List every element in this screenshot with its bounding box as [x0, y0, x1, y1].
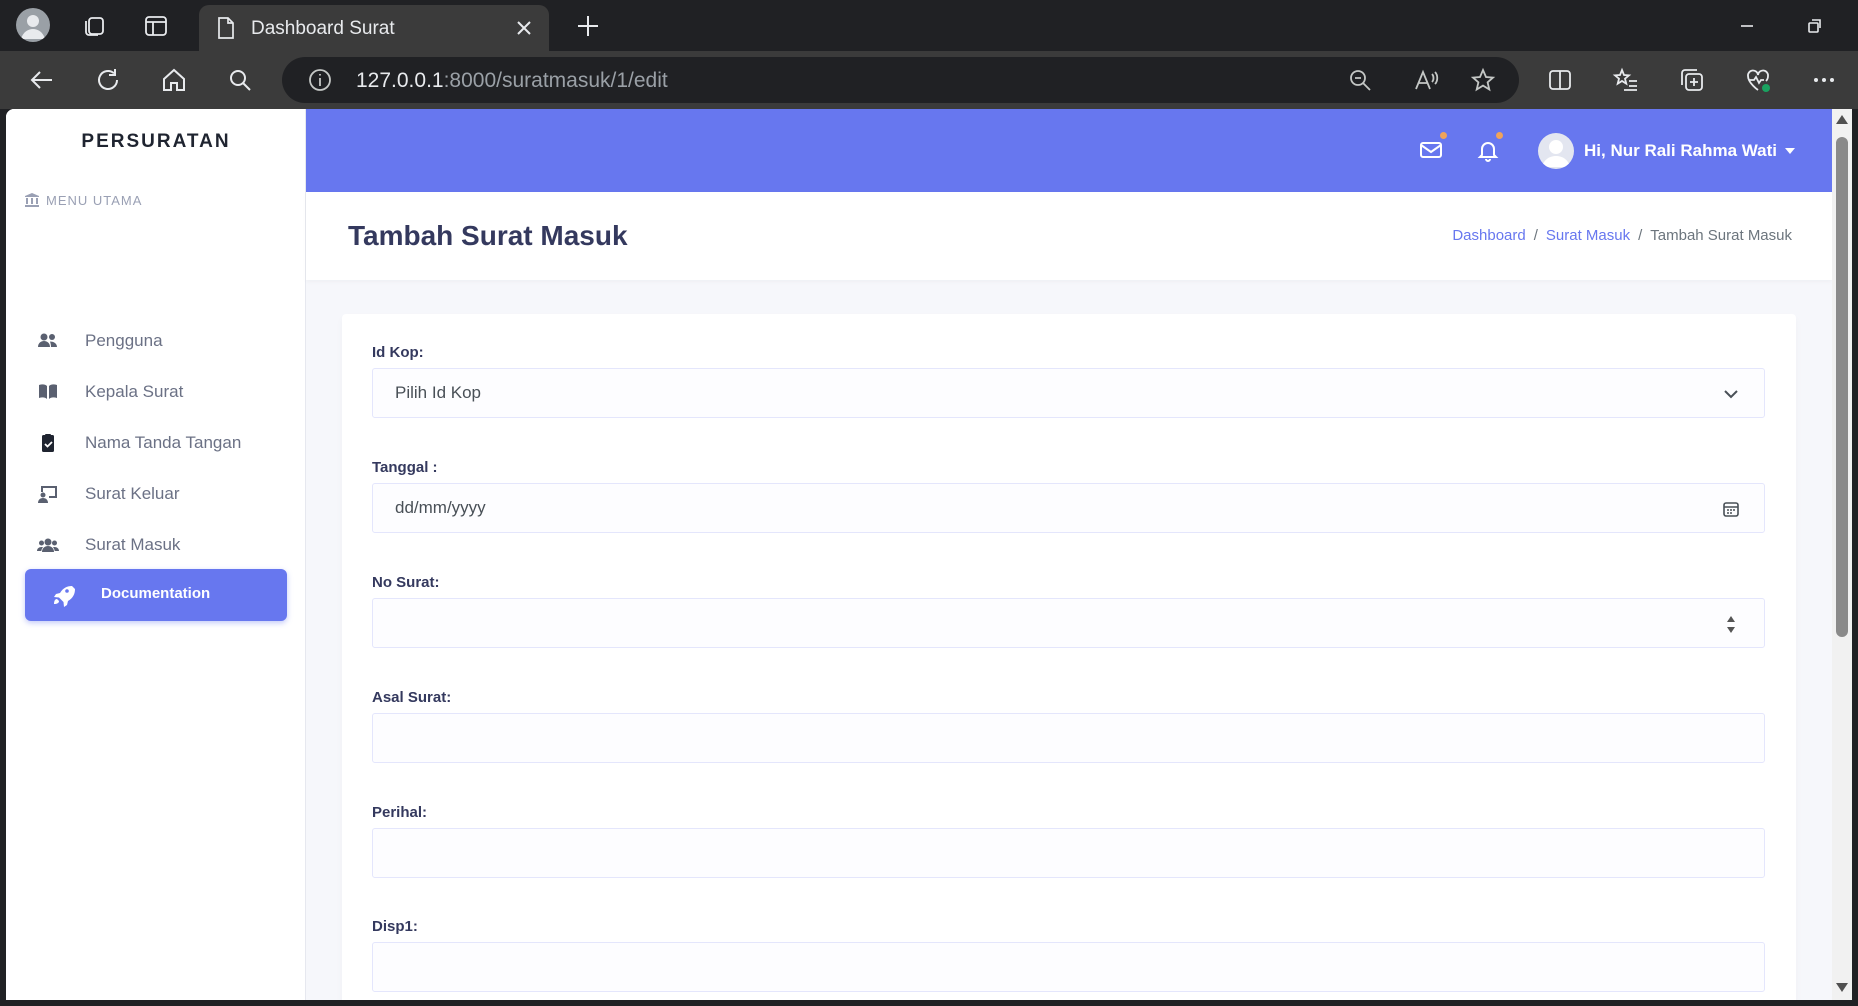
no-surat-number-input[interactable] [372, 598, 1765, 648]
browser-essentials-icon[interactable] [1743, 65, 1773, 95]
sidebar-item-label: Nama Tanda Tangan [85, 433, 242, 452]
back-arrow-icon[interactable] [27, 65, 57, 95]
sidebar-item-surat-masuk[interactable]: Surat Masuk [6, 519, 306, 571]
split-screen-icon[interactable] [1545, 65, 1575, 95]
more-options-icon[interactable] [1809, 65, 1839, 95]
new-tab-icon[interactable] [574, 12, 602, 40]
bank-icon [24, 192, 40, 208]
user-menu[interactable]: Hi, Nur Rali Rahma Wati [1538, 131, 1796, 171]
breadcrumb: Dashboard / Surat Masuk / Tambah Surat M… [1452, 227, 1792, 244]
user-name: Hi, Nur Rali Rahma Wati [1584, 141, 1778, 160]
minimize-window-icon[interactable] [1733, 12, 1761, 40]
users-group-icon [37, 534, 59, 556]
message-notification-dot [1440, 132, 1447, 139]
breadcrumb-current: Tambah Surat Masuk [1650, 227, 1792, 244]
zoom-out-icon[interactable] [1346, 66, 1374, 94]
sidebar-item-nama-tanda-tangan[interactable]: Nama Tanda Tangan [6, 417, 306, 469]
id-kop-selected-value: Pilih Id Kop [395, 383, 481, 402]
breadcrumb-separator: / [1533, 227, 1538, 244]
search-icon[interactable] [225, 65, 255, 95]
calendar-icon[interactable] [1720, 498, 1742, 520]
breadcrumb-surat-masuk[interactable]: Surat Masuk [1546, 227, 1630, 244]
users-icon [37, 330, 59, 352]
tab-actions-icon[interactable] [142, 12, 170, 40]
perihal-label: Perihal: [372, 804, 428, 821]
sidebar-item-kepala-surat[interactable]: Kepala Surat [6, 366, 306, 418]
disp1-label: Disp1: [372, 918, 418, 935]
rocket-icon [51, 583, 75, 607]
sidebar-brand[interactable]: PERSURATAN [6, 131, 306, 153]
sidebar-item-label: Surat Keluar [85, 484, 180, 503]
sidebar-item-label: Kepala Surat [85, 382, 184, 401]
id-kop-select[interactable]: Pilih Id Kop [372, 368, 1765, 418]
home-icon[interactable] [159, 65, 189, 95]
collections-icon[interactable] [1677, 65, 1707, 95]
documentation-button[interactable]: Documentation [25, 569, 287, 621]
sidebar-item-pengguna[interactable]: Pengguna [6, 315, 306, 367]
sidebar-item-surat-keluar[interactable]: Surat Keluar [6, 468, 306, 520]
scroll-down-arrow-icon[interactable] [1836, 983, 1848, 992]
restore-window-icon[interactable] [1801, 12, 1829, 40]
address-bar[interactable]: 127.0.0.1:8000/suratmasuk/1/edit [282, 57, 1519, 103]
sidebar-item-label: Pengguna [85, 331, 163, 350]
page-favicon-icon [215, 16, 237, 40]
bell-notification-dot [1496, 132, 1503, 139]
scrollbar-thumb[interactable] [1836, 137, 1848, 637]
page-scrollbar[interactable] [1832, 109, 1852, 1000]
browser-tab-strip: Dashboard Surat [0, 0, 1858, 51]
scroll-up-arrow-icon[interactable] [1836, 115, 1848, 124]
tanggal-label: Tanggal : [372, 459, 438, 476]
read-aloud-icon[interactable] [1412, 66, 1440, 94]
perihal-input[interactable] [372, 828, 1765, 878]
asal-surat-label: Asal Surat: [372, 689, 452, 706]
tanggal-placeholder: dd/mm/yyyy [395, 498, 486, 517]
bell-icon[interactable] [1475, 137, 1501, 163]
clipboard-check-icon [37, 432, 59, 454]
sidebar: PERSURATAN MENU UTAMA Pengguna Kepala Su… [6, 109, 306, 1000]
reload-icon[interactable] [93, 65, 123, 95]
number-spinner-icon[interactable] [1720, 613, 1742, 635]
documentation-label: Documentation [101, 585, 211, 602]
id-kop-label: Id Kop: [372, 344, 424, 361]
no-surat-label: No Surat: [372, 574, 440, 591]
book-icon [37, 381, 59, 403]
favorite-star-icon[interactable] [1469, 66, 1497, 94]
chevron-down-icon [1720, 383, 1742, 405]
asal-surat-input[interactable] [372, 713, 1765, 763]
url-text[interactable]: 127.0.0.1:8000/suratmasuk/1/edit [356, 69, 668, 93]
top-header: Hi, Nur Rali Rahma Wati [306, 109, 1832, 192]
page-viewport: PERSURATAN MENU UTAMA Pengguna Kepala Su… [6, 109, 1832, 1000]
sidebar-item-label: Surat Masuk [85, 535, 181, 554]
breadcrumb-dashboard[interactable]: Dashboard [1452, 227, 1525, 244]
form-card: Id Kop: Pilih Id Kop Tanggal : dd/mm/yyy… [342, 314, 1796, 1000]
favorites-icon[interactable] [1611, 65, 1641, 95]
breadcrumb-separator: / [1638, 227, 1643, 244]
tanggal-date-input[interactable]: dd/mm/yyyy [372, 483, 1765, 533]
page-title: Tambah Surat Masuk [348, 220, 628, 251]
tab-dashboard-surat[interactable]: Dashboard Surat [199, 5, 549, 51]
browser-navigation-bar: 127.0.0.1:8000/suratmasuk/1/edit [0, 51, 1858, 109]
site-info-icon[interactable] [306, 66, 334, 94]
disp1-input[interactable] [372, 942, 1765, 992]
workspaces-icon[interactable] [80, 12, 108, 40]
caret-down-icon [1785, 148, 1796, 154]
envelope-icon[interactable] [1418, 137, 1444, 163]
menu-heading-label: MENU UTAMA [46, 192, 143, 208]
menu-heading: MENU UTAMA [24, 192, 142, 208]
tab-close-icon[interactable] [513, 17, 535, 39]
tab-title: Dashboard Surat [251, 18, 395, 39]
profile-avatar-icon[interactable] [16, 8, 50, 42]
chalkboard-icon [37, 483, 59, 505]
section-header: Tambah Surat Masuk Dashboard / Surat Mas… [306, 192, 1832, 280]
avatar [1538, 133, 1574, 169]
